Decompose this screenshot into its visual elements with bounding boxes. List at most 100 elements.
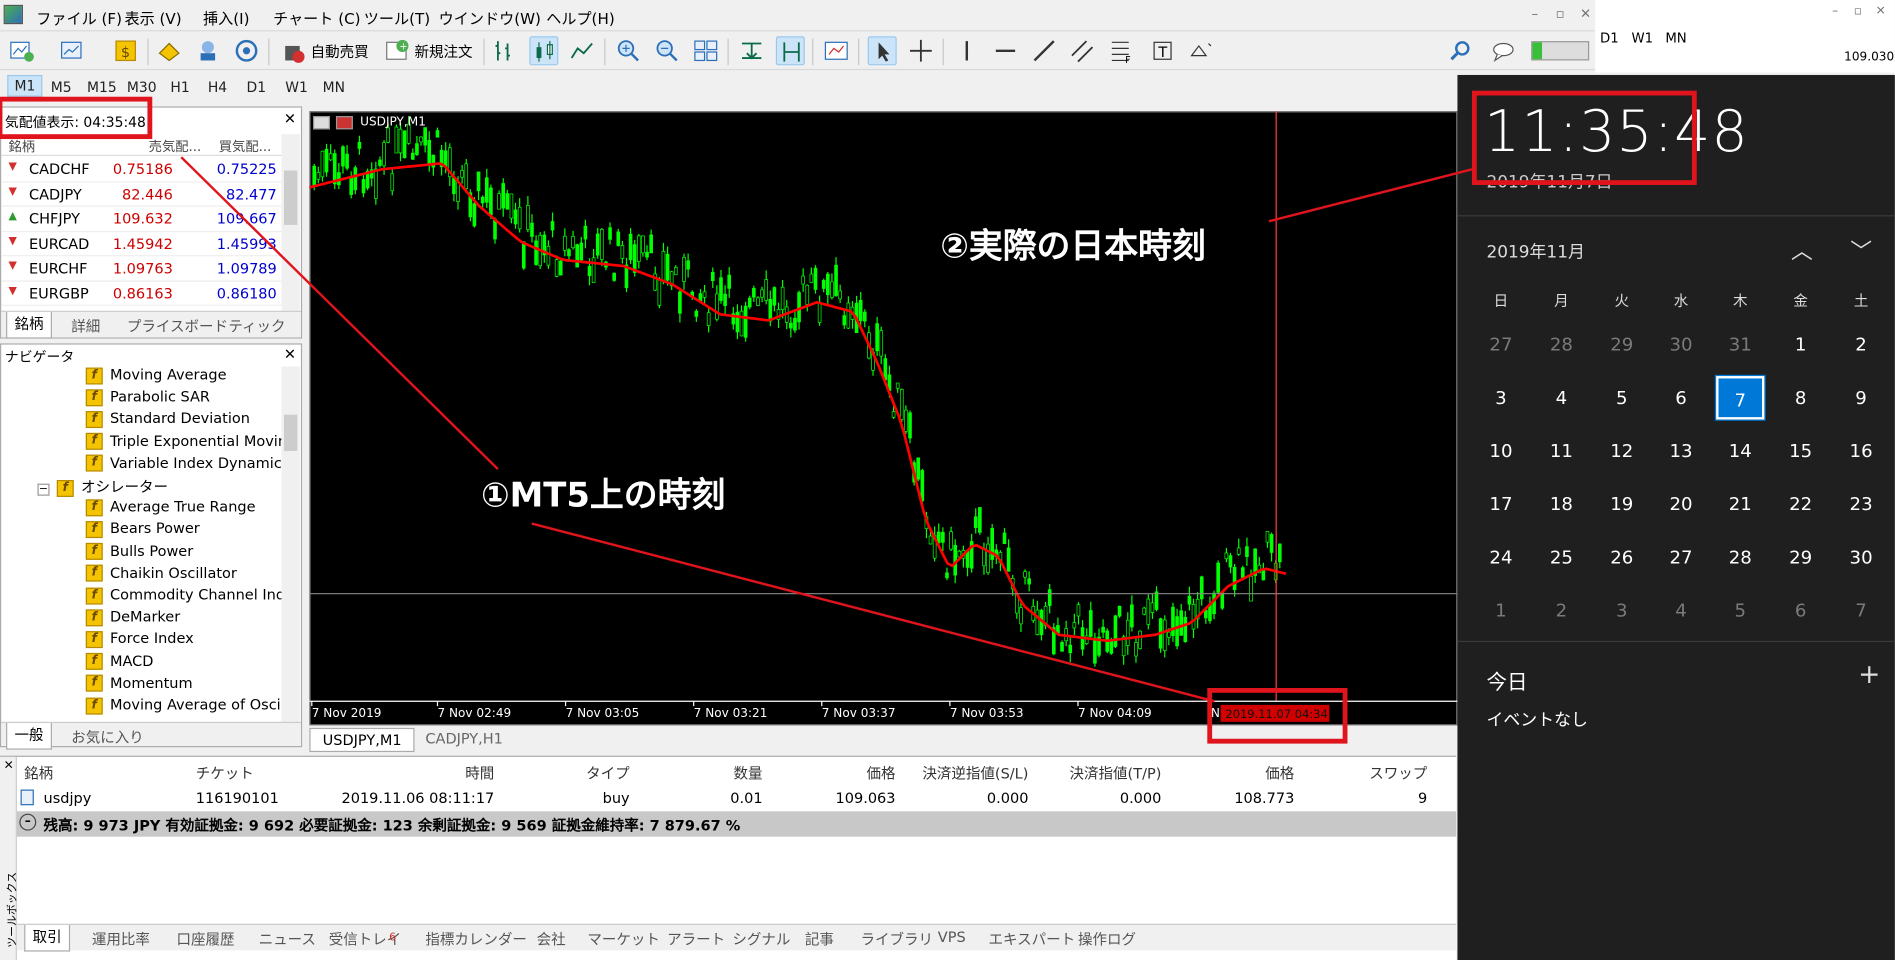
- tf-m15[interactable]: M15: [87, 79, 117, 96]
- menu-tools[interactable]: ツール(T): [364, 6, 430, 29]
- calendar-day[interactable]: 29: [1598, 323, 1646, 367]
- toolbox-tab[interactable]: 会社: [529, 929, 573, 950]
- navigator-item[interactable]: f Force Index: [85, 630, 194, 652]
- calendar-day[interactable]: 31: [1716, 323, 1764, 367]
- tf-m5[interactable]: M5: [51, 79, 72, 96]
- chevron-up-icon[interactable]: ︿: [1791, 235, 1813, 266]
- tf-h4[interactable]: H4: [208, 79, 227, 96]
- restore-icon[interactable]: ▫: [1552, 6, 1569, 23]
- toolbox-tab[interactable]: ライブラリ: [853, 929, 940, 950]
- column-header[interactable]: タイプ: [586, 763, 630, 784]
- tf-w1[interactable]: W1: [285, 79, 308, 96]
- tab-ticks[interactable]: ティック: [221, 316, 293, 337]
- navigator-item[interactable]: f Bulls Power: [85, 542, 193, 564]
- navigator-item[interactable]: f Bears Power: [85, 520, 200, 542]
- calendar-day[interactable]: 23: [1837, 482, 1885, 526]
- navigator-close-icon[interactable]: ✕: [284, 346, 296, 363]
- new-order-icon[interactable]: +: [382, 36, 411, 65]
- signal-icon[interactable]: [232, 36, 261, 65]
- calendar-day[interactable]: 12: [1598, 429, 1646, 473]
- column-header[interactable]: 時間: [465, 763, 494, 784]
- navigator-item[interactable]: f Moving Average: [85, 366, 227, 388]
- data-window-icon[interactable]: [155, 36, 184, 65]
- calendar-day[interactable]: 30: [1657, 323, 1705, 367]
- tab-symbols[interactable]: 銘柄: [6, 311, 52, 339]
- market-watch-scrollbar[interactable]: [281, 134, 300, 311]
- navigator-item[interactable]: f Variable Index Dynamic A: [85, 454, 282, 476]
- calendar-day[interactable]: 28: [1537, 323, 1585, 367]
- tab-favorites[interactable]: お気に入り: [64, 727, 151, 748]
- navigator-item[interactable]: f DeMarker: [85, 608, 180, 630]
- column-header[interactable]: 決済指値(T/P): [1070, 763, 1162, 784]
- right-tf-d1[interactable]: D1: [1600, 30, 1619, 46]
- line-chart-icon[interactable]: [568, 36, 597, 65]
- calendar-day[interactable]: 17: [1477, 482, 1525, 526]
- crosshair-icon[interactable]: [906, 36, 935, 65]
- calendar-month[interactable]: 2019年11月: [1486, 239, 1584, 263]
- collapse-icon[interactable]: −: [37, 483, 50, 496]
- calendar-day[interactable]: 26: [1598, 536, 1646, 580]
- connection-status-icon[interactable]: [1531, 41, 1590, 61]
- cursor-icon[interactable]: [867, 36, 897, 66]
- right-tf-mn[interactable]: MN: [1665, 30, 1686, 46]
- list-item[interactable]: ▼ EURCHF 1.09763 1.09789: [1, 256, 282, 282]
- list-item[interactable]: ▼ EURCAD 1.45942 1.45993: [1, 232, 282, 257]
- fibonacci-icon[interactable]: F: [1107, 36, 1136, 66]
- calendar-day[interactable]: 21: [1716, 482, 1764, 526]
- tf-m30[interactable]: M30: [127, 79, 157, 96]
- tf-m1[interactable]: M1: [7, 74, 43, 97]
- right-close-icon[interactable]: ✕: [1876, 5, 1886, 18]
- close-icon[interactable]: ✕: [1577, 6, 1594, 23]
- toolbox-tab[interactable]: 運用比率: [85, 929, 158, 950]
- tab-details[interactable]: 詳細: [64, 316, 108, 337]
- navigator-item[interactable]: f Standard Deviation: [85, 410, 250, 432]
- calendar-day[interactable]: 30: [1837, 536, 1885, 580]
- market-watch-icon[interactable]: $: [111, 36, 140, 65]
- column-header[interactable]: 価格: [1265, 763, 1294, 784]
- toolbox-tab[interactable]: エキスパート: [981, 929, 1082, 950]
- toolbox-tab[interactable]: ニュース: [251, 929, 323, 950]
- tab-price-board[interactable]: プライスボード: [120, 316, 236, 337]
- column-header[interactable]: 決済逆指値(S/L): [922, 763, 1028, 784]
- calendar-day[interactable]: 7: [1837, 589, 1885, 633]
- zoom-in-icon[interactable]: [614, 36, 643, 65]
- menu-help[interactable]: ヘルプ(H): [546, 6, 614, 29]
- profiles-icon[interactable]: [58, 36, 87, 65]
- toolbox-tab[interactable]: 操作ログ: [1071, 929, 1144, 950]
- calendar-day[interactable]: 1: [1477, 589, 1525, 633]
- toolbox-tab[interactable]: 取引: [24, 924, 71, 952]
- collapse-icon[interactable]: –: [19, 813, 37, 831]
- navigator-item[interactable]: f Triple Exponential Moving: [85, 432, 282, 454]
- new-chart-icon[interactable]: [7, 36, 36, 65]
- chart-menu-icon[interactable]: [313, 116, 330, 130]
- calendar-day[interactable]: 2: [1537, 589, 1585, 633]
- calendar-day[interactable]: 6: [1776, 589, 1824, 633]
- calendar-day[interactable]: 25: [1537, 536, 1585, 580]
- calendar-day[interactable]: 20: [1657, 482, 1705, 526]
- menu-window[interactable]: ウインドウ(W): [439, 6, 541, 29]
- vertical-line-icon[interactable]: [952, 36, 981, 65]
- column-header[interactable]: スワップ: [1369, 763, 1427, 784]
- toolbox-tab[interactable]: マーケット: [580, 929, 667, 950]
- col-symbol[interactable]: 銘柄: [8, 137, 35, 156]
- calendar-day[interactable]: 2: [1837, 323, 1885, 367]
- col-ask[interactable]: 買気配...: [219, 137, 272, 156]
- zoom-out-icon[interactable]: [653, 36, 682, 65]
- tab-general[interactable]: 一般: [6, 723, 52, 750]
- menu-chart[interactable]: チャート (C): [273, 6, 360, 29]
- navigator-item[interactable]: f Chaikin Oscillator: [85, 564, 237, 586]
- chart-canvas[interactable]: 7 Nov 2019 7 Nov 02:49 7 Nov 03:05 7 Nov 03…: [309, 111, 1458, 726]
- calendar-day[interactable]: 4: [1537, 376, 1585, 420]
- search-icon[interactable]: [1447, 36, 1476, 65]
- bar-chart-icon[interactable]: [491, 36, 520, 65]
- navigator-item[interactable]: f Parabolic SAR: [85, 388, 210, 410]
- add-event-icon[interactable]: +: [1858, 660, 1880, 690]
- list-item[interactable]: ▼ CADJPY 82.446 82.477: [1, 182, 282, 207]
- navigator-item[interactable]: f Momentum: [85, 674, 193, 696]
- chat-icon[interactable]: [1489, 36, 1518, 65]
- calendar-day[interactable]: 1: [1776, 323, 1824, 367]
- calendar-day[interactable]: 5: [1598, 376, 1646, 420]
- trend-line-icon[interactable]: [1030, 36, 1059, 65]
- calendar-day[interactable]: 28: [1716, 536, 1764, 580]
- candlestick-icon[interactable]: [529, 36, 559, 66]
